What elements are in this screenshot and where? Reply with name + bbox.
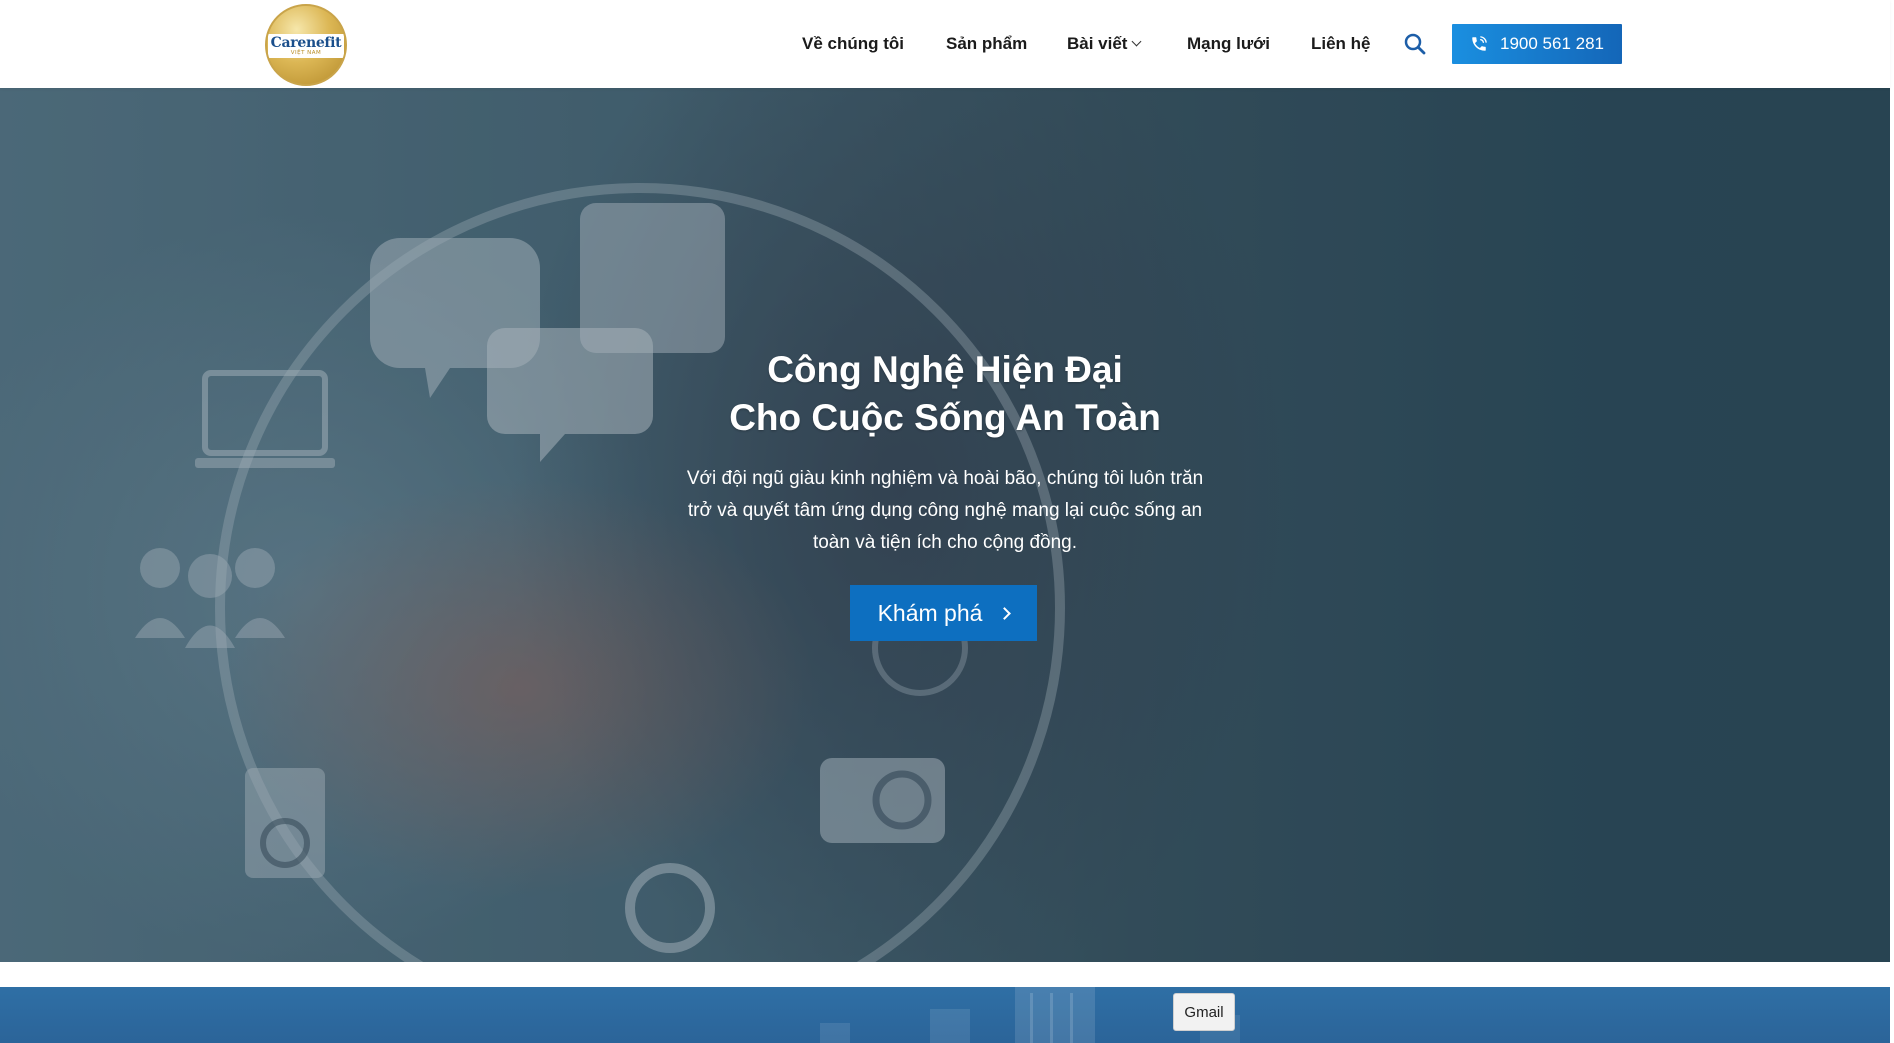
gmail-button[interactable]: Gmail (1173, 993, 1235, 1031)
hero-title: Công Nghệ Hiện Đại Cho Cuộc Sống An Toàn (645, 346, 1245, 442)
hotline-button[interactable]: 1900 561 281 (1452, 24, 1622, 64)
hero-banner: Công Nghệ Hiện Đại Cho Cuộc Sống An Toàn… (0, 88, 1890, 962)
nav-item-products[interactable]: Sản phẩm (946, 34, 1027, 54)
hero-content: Công Nghệ Hiện Đại Cho Cuộc Sống An Toàn… (0, 88, 1890, 962)
hotline-number: 1900 561 281 (1500, 34, 1604, 53)
hero-title-line-2: Cho Cuộc Sống An Toàn (729, 397, 1161, 438)
site-header: Carenefit VIỆT NAM Về chúng tôi Sản phẩm… (0, 0, 1890, 88)
nav-item-articles-label: Bài viết (1067, 34, 1128, 53)
explore-button[interactable]: Khám phá (850, 585, 1037, 641)
hero-description: Với đội ngũ giàu kinh nghiệm và hoài bão… (686, 468, 1204, 553)
hero-title-line-1: Công Nghệ Hiện Đại (767, 349, 1123, 390)
phone-icon (1472, 36, 1487, 51)
nav-item-network[interactable]: Mạng lưới (1187, 34, 1270, 54)
explore-button-label: Khám phá (877, 599, 983, 626)
city-skyline-decoration (820, 987, 1240, 1043)
search-icon[interactable] (1403, 32, 1429, 58)
main-nav: Về chúng tôi Sản phẩm Bài viết Mạng lưới… (0, 0, 1890, 88)
chevron-right-icon (998, 606, 1012, 620)
nav-item-articles[interactable]: Bài viết (1067, 34, 1142, 54)
next-section-band (0, 987, 1890, 1043)
chevron-down-icon (1132, 36, 1142, 47)
nav-item-about[interactable]: Về chúng tôi (802, 34, 904, 54)
nav-item-contact[interactable]: Liên hệ (1311, 34, 1371, 54)
